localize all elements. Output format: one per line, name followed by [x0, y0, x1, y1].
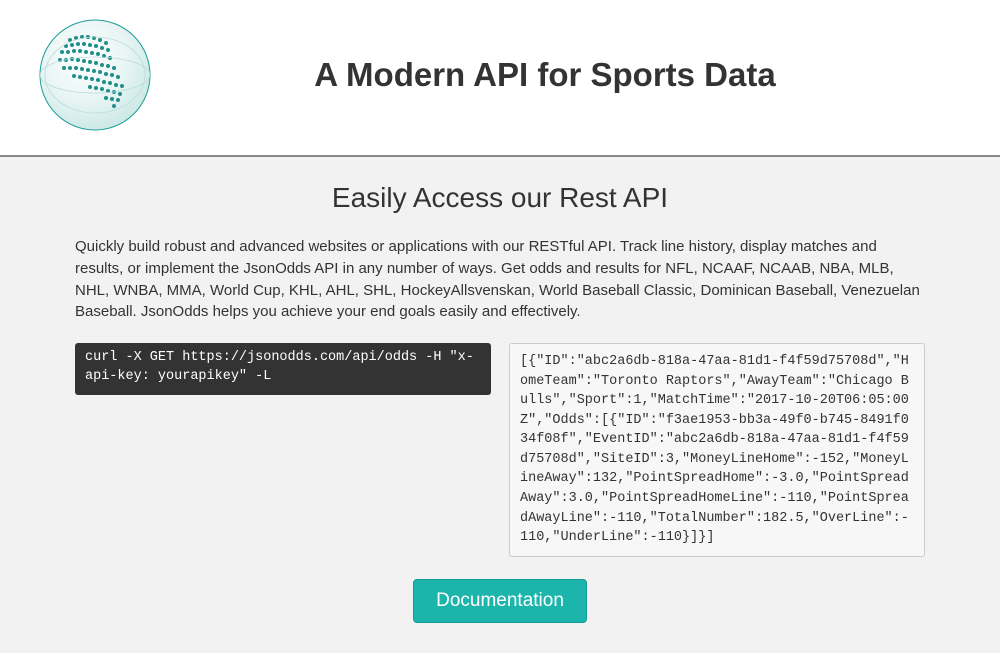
header: A Modern API for Sports Data — [0, 0, 1000, 157]
documentation-button[interactable]: Documentation — [413, 579, 587, 623]
page-title: A Modern API for Sports Data — [160, 56, 970, 94]
code-response-column: [{"ID":"abc2a6db-818a-47aa-81d1-f4f59d75… — [509, 343, 925, 557]
code-row: curl -X GET https://jsonodds.com/api/odd… — [75, 343, 925, 557]
globe-logo-icon — [30, 10, 160, 140]
curl-command-block: curl -X GET https://jsonodds.com/api/odd… — [75, 343, 491, 395]
section-subheading: Easily Access our Rest API — [75, 182, 925, 214]
button-row: Documentation — [75, 579, 925, 623]
json-response-block: [{"ID":"abc2a6db-818a-47aa-81d1-f4f59d75… — [509, 343, 925, 557]
section-description: Quickly build robust and advanced websit… — [75, 236, 925, 323]
main-section: Easily Access our Rest API Quickly build… — [0, 157, 1000, 653]
code-request-column: curl -X GET https://jsonodds.com/api/odd… — [75, 343, 491, 557]
